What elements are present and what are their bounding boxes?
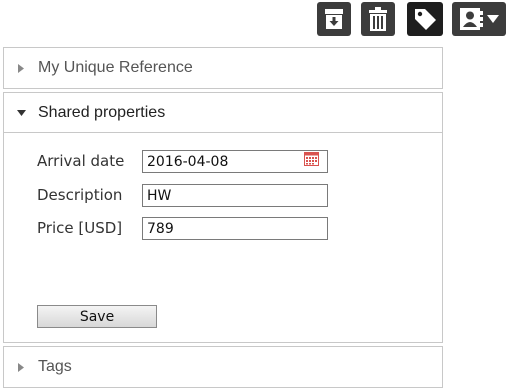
arrival-date-input[interactable] [142, 150, 328, 173]
tags-panel-header[interactable]: Tags [4, 347, 442, 387]
description-input[interactable] [142, 184, 328, 207]
reference-panel-title: My Unique Reference [38, 59, 193, 76]
save-button[interactable]: Save [37, 305, 157, 328]
price-input[interactable] [142, 217, 328, 240]
reference-panel-header[interactable]: My Unique Reference [4, 48, 442, 88]
calendar-icon[interactable] [304, 152, 319, 166]
contact-card-icon [460, 8, 483, 30]
shared-properties-header[interactable]: Shared properties [4, 93, 442, 133]
contacts-menu-button[interactable] [452, 2, 506, 36]
tags-panel: Tags [3, 346, 443, 388]
tag-icon [415, 9, 436, 30]
tags-panel-title: Tags [38, 358, 72, 375]
caret-right-icon [4, 362, 38, 372]
trash-icon [369, 7, 387, 31]
delete-button[interactable] [361, 2, 395, 36]
chevron-down-icon [487, 15, 499, 23]
price-label: Price [USD] [37, 219, 123, 237]
reference-panel: My Unique Reference [3, 47, 443, 89]
caret-right-icon [4, 63, 38, 73]
description-label: Description [37, 186, 123, 204]
archive-download-icon [325, 9, 343, 29]
archive-button[interactable] [317, 2, 351, 36]
shared-properties-panel: Shared properties Arrival date Descripti… [3, 92, 443, 343]
caret-down-icon [4, 109, 38, 116]
tags-button[interactable] [407, 2, 443, 36]
arrival-date-label: Arrival date [37, 152, 125, 170]
shared-properties-title: Shared properties [38, 103, 166, 121]
